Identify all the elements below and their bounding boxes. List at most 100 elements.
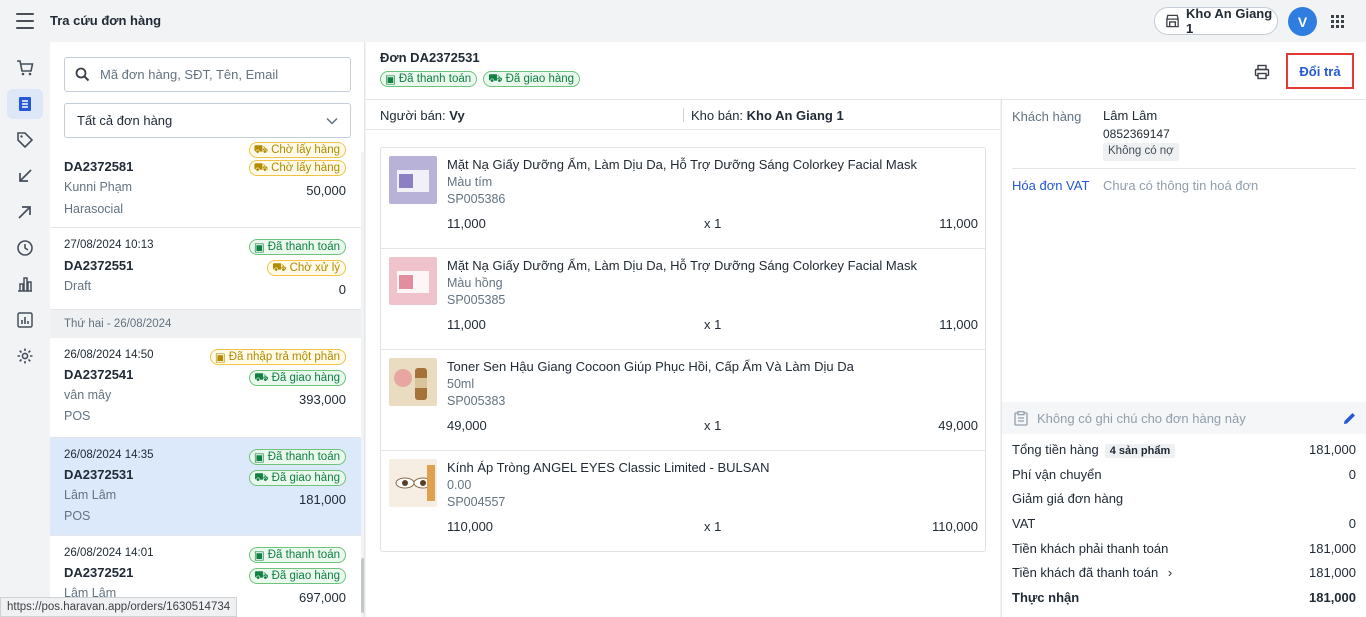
line-item[interactable]: Mặt Nạ Giấy Dưỡng Ẩm, Làm Dịu Da, Hỗ Trợ… <box>381 249 985 350</box>
store-selector-button[interactable]: Kho An Giang 1 <box>1154 6 1278 36</box>
divider <box>683 108 684 122</box>
line-item[interactable]: Toner Sen Hậu Giang Cocoon Giúp Phục Hồi… <box>381 350 985 451</box>
order-list-item[interactable]: 26/08/2024 14:50 ▣ Đã nhập trả một phần D… <box>50 338 361 438</box>
avatar[interactable]: V <box>1288 7 1317 36</box>
seller-label: Người bán: <box>380 108 446 123</box>
order-list-item[interactable]: ⛟ Chờ lấy hàng ⛟ Chờ lấy hàng DA2372581 Ku… <box>50 142 361 228</box>
return-exchange-button[interactable]: Đổi trả <box>1286 53 1354 89</box>
subtotal-value: 181,000 <box>1309 442 1356 457</box>
order-time: 26/08/2024 14:35 <box>64 449 154 461</box>
order-amount: 0 <box>338 282 346 297</box>
product-sku: SP005386 <box>447 192 506 206</box>
product-name: Kính Áp Tròng ANGEL EYES Classic Limited… <box>447 460 770 475</box>
customer-label: Khách hàng <box>1012 109 1082 124</box>
status-badge: ⛟ Chờ lấy hàng <box>248 160 346 176</box>
vat-value: 0 <box>1348 516 1356 531</box>
list-scrollbar-thumb[interactable] <box>361 558 364 613</box>
order-amount: 697,000 <box>299 590 346 605</box>
nav-settings-icon[interactable] <box>7 341 43 371</box>
status-badge: ⛟ Đã giao hàng <box>249 370 346 386</box>
vat-invoice-link[interactable]: Hóa đơn VAT <box>1012 178 1089 193</box>
order-filter-select[interactable]: Tất cả đơn hàng <box>64 103 351 138</box>
order-list-item-selected[interactable]: 26/08/2024 14:35 ▣ Đã thanh toán DA237253… <box>50 438 361 536</box>
cash-icon: ▣ <box>385 74 396 86</box>
line-item[interactable]: Mặt Nạ Giấy Dưỡng Ẩm, Làm Dịu Da, Hỗ Trợ… <box>381 148 985 249</box>
status-badge: ▣ Đã thanh toán <box>248 449 346 465</box>
product-sku: SP005385 <box>447 293 506 307</box>
order-list-item[interactable]: 27/08/2024 10:13 ▣ Đã thanh toán DA237255… <box>50 228 361 310</box>
line-total: 11,000 <box>939 216 978 231</box>
order-source: POS <box>64 409 91 423</box>
product-thumbnail <box>389 358 437 406</box>
product-variant: Màu hồng <box>447 276 503 290</box>
warehouse-label: Kho bán: <box>691 108 744 123</box>
cash-icon: ▣ <box>253 550 265 562</box>
status-badge: ▣ Đã thanh toán <box>248 239 346 255</box>
seller-name: Vy <box>449 108 465 123</box>
nav-export-icon[interactable] <box>7 197 43 227</box>
nav-chart-icon[interactable] <box>7 269 43 299</box>
truck-icon: ⛟ <box>254 471 269 484</box>
net-received-label: Thực nhận <box>1012 590 1080 605</box>
order-customer: vân mây <box>64 388 112 402</box>
order-code: DA2372531 <box>64 467 134 482</box>
product-quantity: x 1 <box>704 317 722 332</box>
order-customer: Kunni Phạm <box>64 180 133 194</box>
shipping-row: Phí vận chuyển 0 <box>1012 467 1356 487</box>
customer-summary-panel: Khách hàng Lâm Lâm 0852369147 Không có n… <box>1001 100 1366 617</box>
chevron-right-icon[interactable]: › <box>1168 565 1172 580</box>
store-icon <box>1166 14 1179 28</box>
order-note: Không có ghi chú cho đơn hàng này <box>1002 402 1366 434</box>
nav-tag-icon[interactable] <box>7 125 43 155</box>
subtotal-row: Tổng tiền hàng 4 sản phẩm 181,000 <box>1012 442 1356 462</box>
product-name: Mặt Nạ Giấy Dưỡng Ẩm, Làm Dịu Da, Hỗ Trợ… <box>447 157 917 172</box>
status-badge: ▣ Đã nhập trả một phần <box>209 349 346 365</box>
status-badge: ▣ Đã thanh toán <box>248 547 346 563</box>
list-scrollbar[interactable] <box>361 152 364 617</box>
menu-icon[interactable] <box>16 13 34 29</box>
order-amount: 50,000 <box>306 183 346 198</box>
item-count-tag: 4 sản phẩm <box>1104 444 1176 458</box>
edit-pencil-icon[interactable] <box>1342 411 1357 426</box>
nav-orders-icon[interactable] <box>7 89 43 119</box>
apps-grid-icon[interactable] <box>1331 15 1344 28</box>
vat-label: VAT <box>1012 516 1036 531</box>
product-price: 11,000 <box>447 216 486 231</box>
status-badge: ⛟ Đã giao hàng <box>249 568 346 584</box>
order-code: DA2372521 <box>64 565 134 580</box>
product-sku: SP005383 <box>447 394 506 408</box>
search-input[interactable] <box>100 67 330 82</box>
order-source: Harasocial <box>64 202 124 216</box>
order-filter-value: Tất cả đơn hàng <box>77 113 173 128</box>
net-received-value: 181,000 <box>1309 590 1356 605</box>
line-total: 110,000 <box>931 519 978 534</box>
order-source: Draft <box>64 279 92 293</box>
product-quantity: x 1 <box>704 418 722 433</box>
line-item[interactable]: Kính Áp Tròng ANGEL EYES Classic Limited… <box>381 451 985 552</box>
customer-name[interactable]: Lâm Lâm <box>1103 108 1157 123</box>
cash-icon: ▣ <box>253 452 265 464</box>
discount-label: Giảm giá đơn hàng <box>1012 491 1124 506</box>
status-badge: ⛟ Chờ lấy hàng <box>248 142 346 158</box>
product-thumbnail <box>389 257 437 305</box>
shipping-label: Phí vận chuyển <box>1012 467 1102 482</box>
amount-paid-row[interactable]: Tiền khách đã thanh toán › 181,000 <box>1012 565 1356 585</box>
warehouse-info: Kho bán: Kho An Giang 1 <box>691 108 844 123</box>
clipboard-icon <box>1014 411 1028 426</box>
search-icon <box>75 67 90 82</box>
divider <box>1012 168 1356 169</box>
search-box[interactable] <box>64 57 351 92</box>
chevron-down-icon <box>326 117 338 125</box>
note-text: Không có ghi chú cho đơn hàng này <box>1037 411 1246 426</box>
order-source: POS <box>64 509 91 523</box>
print-icon[interactable] <box>1254 64 1270 80</box>
nav-history-icon[interactable] <box>7 233 43 263</box>
nav-report-icon[interactable] <box>7 305 43 335</box>
nav-import-icon[interactable] <box>7 161 43 191</box>
product-thumbnail <box>389 459 437 507</box>
product-sku: SP004557 <box>447 495 506 509</box>
nav-cart-icon[interactable] <box>7 53 43 83</box>
order-code: DA2372541 <box>64 367 134 382</box>
truck-icon: ⛟ <box>253 161 269 174</box>
cash-icon: ▣ <box>253 242 265 254</box>
